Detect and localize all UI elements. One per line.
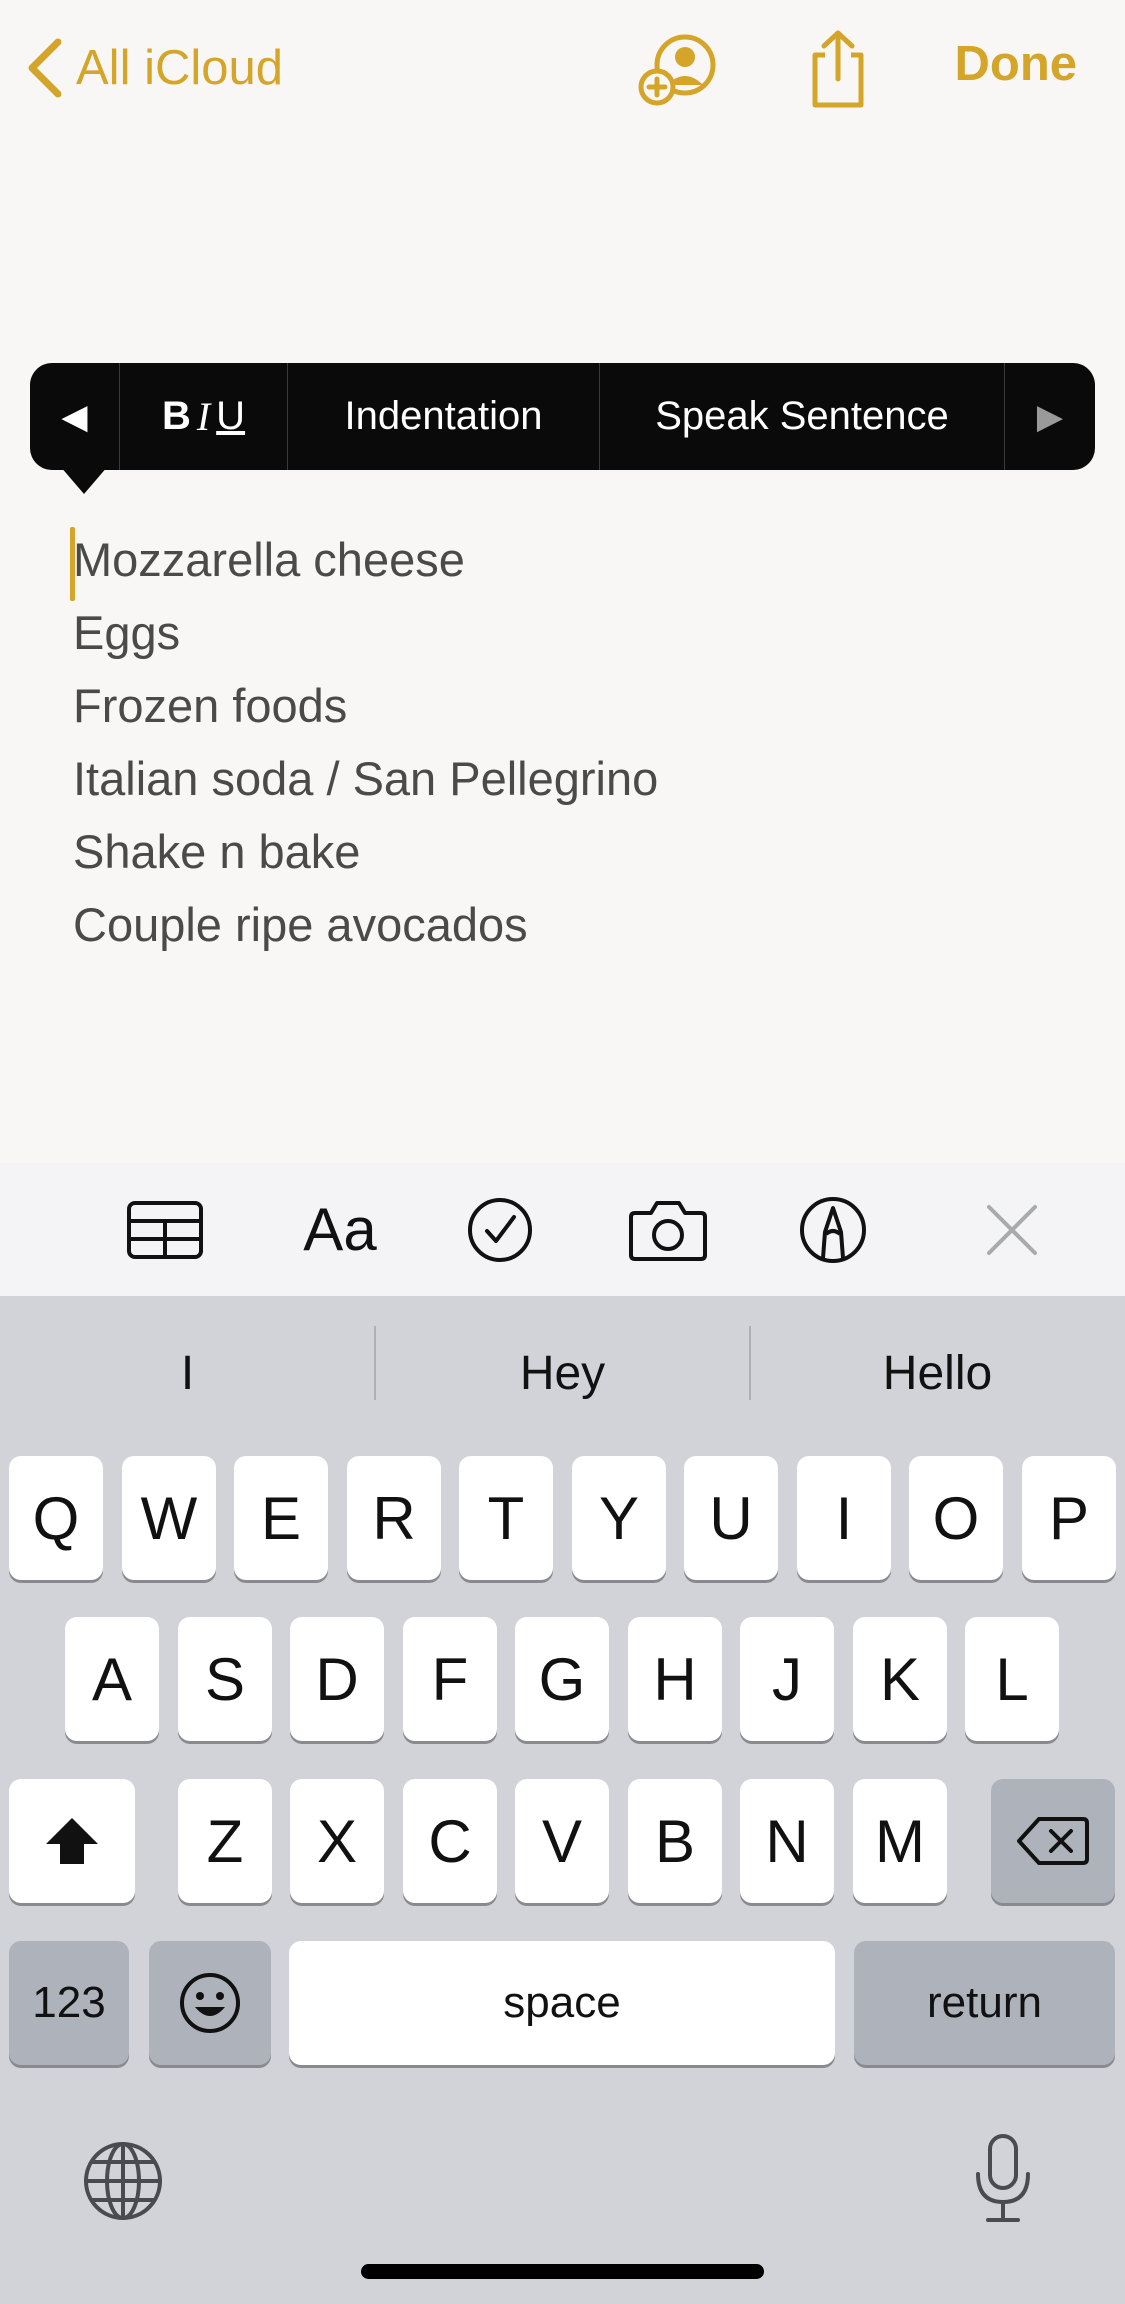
key-i[interactable]: I [797, 1456, 891, 1580]
backspace-icon [1017, 1817, 1089, 1865]
chevron-left-icon [28, 38, 62, 98]
key-k[interactable]: K [853, 1617, 947, 1741]
emoji-icon [180, 1973, 240, 2033]
key-r[interactable]: R [347, 1456, 441, 1580]
home-indicator[interactable] [361, 2264, 764, 2279]
add-person-icon [638, 34, 716, 106]
key-s[interactable]: S [178, 1617, 272, 1741]
key-u[interactable]: U [684, 1456, 778, 1580]
share-icon [812, 30, 864, 108]
key-d[interactable]: D [290, 1617, 384, 1741]
suggestion-item[interactable]: Hello [750, 1296, 1125, 1451]
key-y[interactable]: Y [572, 1456, 666, 1580]
key-b[interactable]: B [628, 1779, 722, 1903]
key-p[interactable]: P [1022, 1456, 1116, 1580]
close-icon [987, 1204, 1037, 1255]
key-h[interactable]: H [628, 1617, 722, 1741]
menu-speak-sentence[interactable]: Speak Sentence [600, 363, 1005, 470]
menu-next-button[interactable]: ▶ [1005, 363, 1095, 470]
note-line[interactable]: Mozzarella cheese [73, 523, 1073, 596]
globe-button[interactable] [82, 2140, 164, 2227]
dictation-button[interactable] [970, 2132, 1036, 2231]
backspace-key[interactable] [991, 1779, 1115, 1903]
shift-key[interactable] [9, 1779, 135, 1903]
microphone-icon [976, 2134, 1030, 2222]
key-o[interactable]: O [909, 1456, 1003, 1580]
menu-prev-button[interactable]: ◀ [30, 363, 120, 470]
table-button[interactable] [120, 1163, 210, 1296]
table-icon [127, 1200, 203, 1259]
key-w[interactable]: W [122, 1456, 216, 1580]
note-body[interactable]: Mozzarella cheese Eggs Frozen foods Ital… [70, 523, 1073, 961]
text-format-button[interactable]: Aa [290, 1163, 390, 1296]
camera-icon [629, 1200, 707, 1261]
key-f[interactable]: F [403, 1617, 497, 1741]
add-collaborator-button[interactable] [632, 26, 724, 112]
shift-icon [46, 1818, 98, 1864]
markup-button[interactable] [797, 1163, 869, 1296]
edit-menu: ◀ BIU Indentation Speak Sentence ▶ [30, 363, 1095, 470]
checklist-icon [468, 1197, 532, 1262]
key-n[interactable]: N [740, 1779, 834, 1903]
triangle-right-icon: ▶ [1036, 397, 1064, 436]
note-line[interactable]: Italian soda / San Pellegrino [73, 742, 1073, 815]
globe-icon [84, 2142, 162, 2220]
text-format-icon: Aa [303, 1196, 377, 1263]
text-cursor [70, 527, 75, 601]
suggestion-item[interactable]: I [0, 1296, 375, 1451]
key-x[interactable]: X [290, 1779, 384, 1903]
share-button[interactable] [792, 26, 884, 112]
key-c[interactable]: C [403, 1779, 497, 1903]
menu-bold-italic-underline[interactable]: BIU [120, 363, 288, 470]
key-j[interactable]: J [740, 1617, 834, 1741]
camera-button[interactable] [626, 1163, 710, 1296]
key-a[interactable]: A [65, 1617, 159, 1741]
note-line[interactable]: Couple ripe avocados [73, 888, 1073, 961]
note-line[interactable]: Eggs [73, 596, 1073, 669]
key-z[interactable]: Z [178, 1779, 272, 1903]
numbers-key[interactable]: 123 [9, 1941, 129, 2065]
return-key[interactable]: return [854, 1941, 1115, 2065]
note-line[interactable]: Frozen foods [73, 669, 1073, 742]
done-button[interactable]: Done [955, 36, 1078, 92]
menu-indentation[interactable]: Indentation [288, 363, 600, 470]
bold-label: B [161, 394, 191, 438]
key-g[interactable]: G [515, 1617, 609, 1741]
triangle-left-icon: ◀ [61, 397, 88, 436]
key-t[interactable]: T [459, 1456, 553, 1580]
italic-label: I [196, 394, 211, 439]
close-toolbar-button[interactable] [984, 1163, 1040, 1296]
back-button[interactable]: All iCloud [24, 30, 283, 106]
edit-menu-pointer [60, 466, 108, 494]
note-line[interactable]: Shake n bake [73, 815, 1073, 888]
navigation-bar: All iCloud Done [0, 0, 1125, 140]
predictive-text-bar: I Hey Hello [0, 1296, 1125, 1451]
key-v[interactable]: V [515, 1779, 609, 1903]
suggestion-item[interactable]: Hey [375, 1296, 750, 1451]
emoji-key[interactable] [149, 1941, 271, 2065]
checklist-button[interactable] [464, 1163, 536, 1296]
key-m[interactable]: M [853, 1779, 947, 1903]
key-l[interactable]: L [965, 1617, 1059, 1741]
back-button-label: All iCloud [76, 41, 283, 95]
key-q[interactable]: Q [9, 1456, 103, 1580]
markup-pen-icon [800, 1196, 866, 1263]
key-e[interactable]: E [234, 1456, 328, 1580]
space-key[interactable]: space [289, 1941, 835, 2065]
underline-label: U [216, 394, 246, 438]
